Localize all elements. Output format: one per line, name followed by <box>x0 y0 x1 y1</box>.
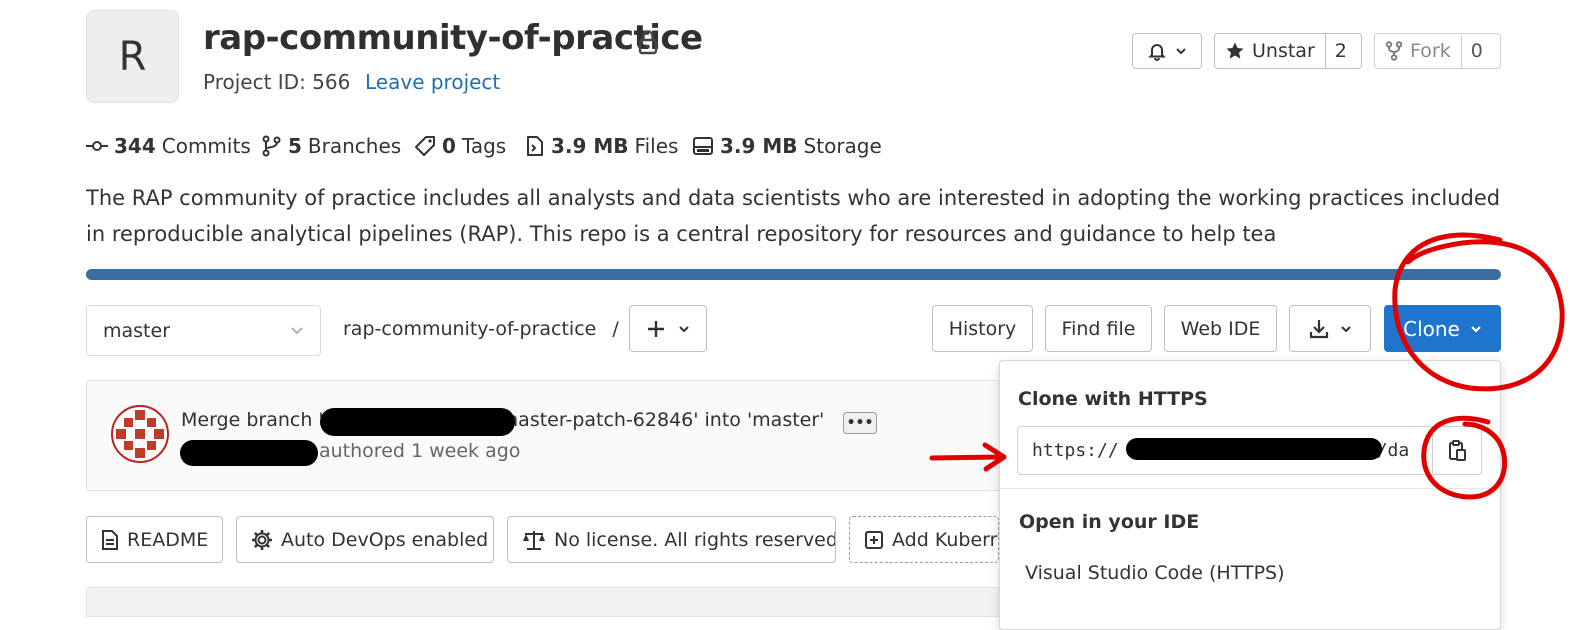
readme-button[interactable]: README <box>86 516 223 563</box>
files-label: Files <box>634 134 679 158</box>
clone-label: Clone <box>1403 316 1460 341</box>
download-icon <box>1308 318 1330 340</box>
branches-count: 5 <box>288 134 302 158</box>
chevron-down-icon <box>1175 46 1187 56</box>
project-description: The RAP community of practice includes a… <box>86 186 1501 246</box>
language-bar <box>86 269 1501 280</box>
tags-count: 0 <box>442 134 456 158</box>
bell-icon <box>1147 41 1167 61</box>
fork-label: Fork <box>1410 40 1451 62</box>
chevron-down-icon <box>1470 324 1482 334</box>
commit-message-prefix: Merge branch ' <box>181 409 324 431</box>
leave-project-link[interactable]: Leave project <box>365 70 500 94</box>
find-file-button[interactable]: Find file <box>1045 305 1152 352</box>
fork-count[interactable]: 0 <box>1460 34 1492 68</box>
star-count[interactable]: 2 <box>1324 34 1356 68</box>
vscode-https-item[interactable]: Visual Studio Code (HTTPS) <box>1025 562 1285 584</box>
commits-stat[interactable]: 344 Commits <box>86 134 251 158</box>
download-button[interactable] <box>1289 305 1371 352</box>
chevron-down-icon <box>290 326 304 336</box>
unstar-button[interactable]: Unstar 2 <box>1214 33 1362 69</box>
lock-icon <box>637 29 659 55</box>
author-avatar[interactable] <box>111 405 169 463</box>
tags-stat[interactable]: 0 Tags <box>414 134 506 158</box>
redaction-author <box>180 440 318 466</box>
clone-https-header: Clone with HTTPS <box>1018 388 1208 410</box>
branch-icon <box>262 135 282 157</box>
add-square-icon <box>864 530 884 550</box>
chevron-down-icon <box>1340 324 1352 334</box>
scale-icon <box>522 530 546 550</box>
project-id: Project ID: 566 <box>203 70 351 94</box>
branches-label: Branches <box>307 134 402 158</box>
breadcrumb: rap-community-of-practice / <box>343 318 619 340</box>
tag-icon <box>414 135 436 157</box>
license-label: No license. All rights reserved <box>554 528 836 551</box>
add-kubernetes-button[interactable]: Add Kuberr <box>849 516 999 563</box>
commits-count: 344 <box>114 134 156 158</box>
license-button[interactable]: No license. All rights reserved <box>507 516 836 563</box>
fork-icon <box>1385 41 1403 61</box>
https-url-start: https:// <box>1032 440 1119 461</box>
star-icon <box>1225 41 1245 61</box>
commits-label: Commits <box>161 134 251 158</box>
history-button[interactable]: History <box>932 305 1033 352</box>
breadcrumb-separator: / <box>612 318 619 340</box>
branch-name: master <box>103 319 171 342</box>
add-dropdown-button[interactable] <box>629 305 707 352</box>
auto-devops-button[interactable]: Auto DevOps enabled <box>236 516 494 563</box>
project-title: rap-community-of-practice <box>203 18 703 58</box>
fork-button[interactable]: Fork 0 <box>1374 33 1501 69</box>
readme-icon <box>101 529 119 550</box>
chevron-down-icon <box>678 324 690 334</box>
commit-icon <box>86 139 108 153</box>
copy-url-button[interactable] <box>1432 426 1482 475</box>
open-in-ide-header: Open in your IDE <box>1019 511 1200 533</box>
add-kubernetes-label: Add Kuberr <box>892 528 998 551</box>
tags-label: Tags <box>461 134 507 158</box>
storage-stat[interactable]: 3.9 MB Storage <box>692 134 882 158</box>
readme-label: README <box>127 528 209 551</box>
unstar-label: Unstar <box>1252 40 1315 62</box>
branches-stat[interactable]: 5 Branches <box>262 134 401 158</box>
gear-icon <box>251 529 273 551</box>
last-commit-panel <box>86 380 1046 491</box>
file-icon <box>525 135 545 157</box>
storage-icon <box>692 136 714 156</box>
auto-devops-label: Auto DevOps enabled <box>281 528 489 551</box>
storage-label: Storage <box>803 134 882 158</box>
commit-message-suffix: master-patch-62846' into 'master' <box>499 409 825 431</box>
project-avatar: R <box>86 10 179 103</box>
copy-icon <box>1447 439 1467 462</box>
breadcrumb-repo[interactable]: rap-community-of-practice <box>343 318 596 340</box>
plus-icon <box>646 319 666 339</box>
files-size: 3.9 MB <box>551 134 629 158</box>
dropdown-divider <box>1000 488 1500 489</box>
storage-size: 3.9 MB <box>720 134 798 158</box>
redaction-url <box>1126 438 1382 460</box>
commit-expand-button[interactable]: ••• <box>843 412 877 434</box>
files-stat[interactable]: 3.9 MB Files <box>525 134 678 158</box>
redaction-branch <box>320 408 515 436</box>
notification-dropdown[interactable] <box>1132 33 1202 69</box>
branch-selector[interactable]: master <box>86 305 321 356</box>
clone-button[interactable]: Clone <box>1384 305 1501 352</box>
commit-meta: authored 1 week ago <box>319 440 521 462</box>
web-ide-button[interactable]: Web IDE <box>1164 305 1277 352</box>
